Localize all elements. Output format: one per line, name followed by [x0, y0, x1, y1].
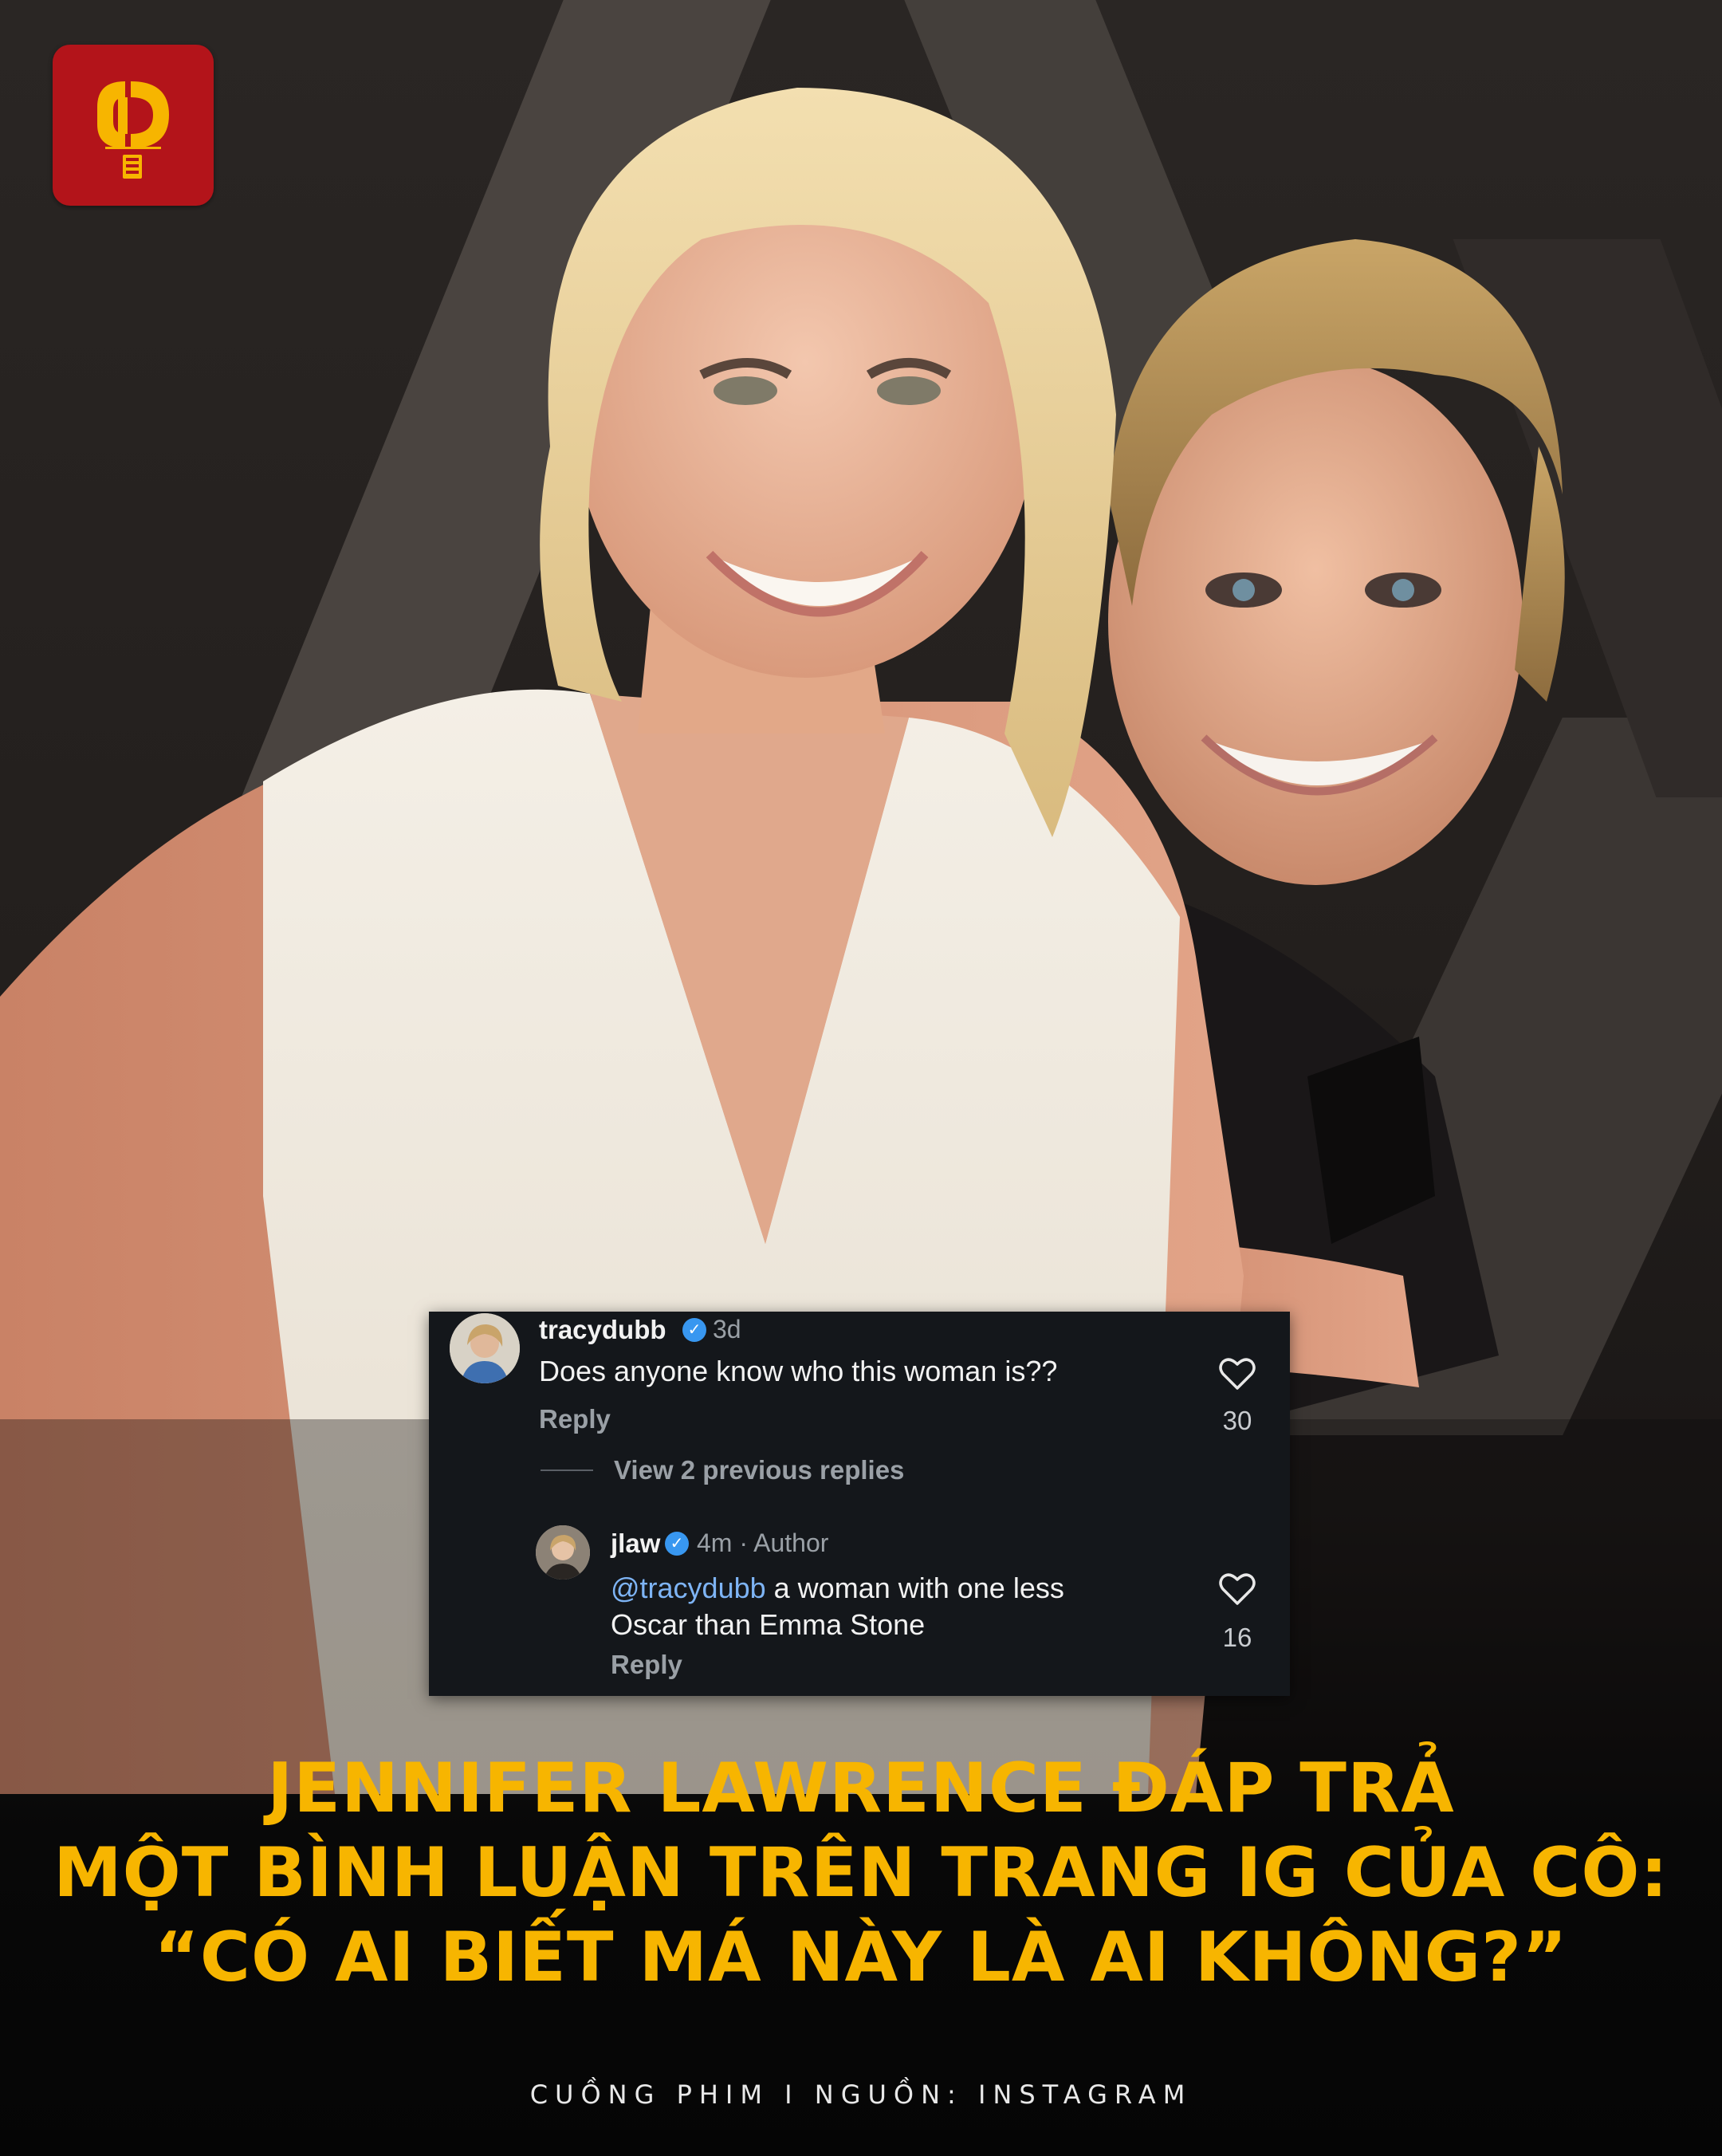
- heart-icon[interactable]: [1218, 1572, 1256, 1607]
- reply-username[interactable]: jlaw: [611, 1528, 660, 1559]
- likes-count: 16: [1222, 1623, 1252, 1652]
- instagram-comment-card: tracydubb ✓ 3d Does anyone know who this…: [429, 1312, 1290, 1696]
- mention-link[interactable]: @tracydubb: [611, 1572, 766, 1604]
- comment-time: 3d: [713, 1315, 741, 1344]
- verified-badge-icon: ✓: [682, 1318, 706, 1342]
- headline-line: JENNIFER LAWRENCE ĐÁP TRẢ: [267, 1749, 1455, 1828]
- likes-count: 30: [1222, 1406, 1252, 1435]
- verified-badge-icon: ✓: [665, 1532, 689, 1556]
- thread-divider: [541, 1469, 593, 1471]
- comment-text: Does anyone know who this woman is??: [539, 1355, 1058, 1387]
- reply-text-line2: Oscar than Emma Stone: [611, 1608, 926, 1641]
- post-image: tracydubb ✓ 3d Does anyone know who this…: [0, 0, 1722, 2156]
- comment-username[interactable]: tracydubb: [539, 1315, 666, 1345]
- view-previous-replies-link[interactable]: View 2 previous replies: [614, 1455, 904, 1485]
- reply-text-line1: a woman with one less: [765, 1572, 1064, 1604]
- headline-line: MỘT BÌNH LUẬN TRÊN TRANG IG CỦA CÔ:: [53, 1833, 1669, 1913]
- avatar[interactable]: [450, 1313, 520, 1383]
- headline-line: “CÓ AI BIẾT MÁ NÀY LÀ AI KHÔNG?”: [154, 1918, 1568, 1997]
- reply-button[interactable]: Reply: [539, 1404, 611, 1434]
- reply-button[interactable]: Reply: [611, 1650, 682, 1680]
- source-credit: CUỒNG PHIM I NGUỒN: INSTAGRAM: [529, 2079, 1193, 2110]
- headline: JENNIFER LAWRENCE ĐÁP TRẢ MỘT BÌNH LUẬN …: [0, 1746, 1722, 2000]
- cuong-phim-logo-icon: [53, 45, 214, 206]
- heart-icon[interactable]: [1218, 1356, 1256, 1391]
- reply-text: @tracydubb a woman with one less Oscar t…: [611, 1570, 1064, 1643]
- reply-time-author: 4m · Author: [697, 1528, 829, 1557]
- avatar[interactable]: [536, 1525, 590, 1580]
